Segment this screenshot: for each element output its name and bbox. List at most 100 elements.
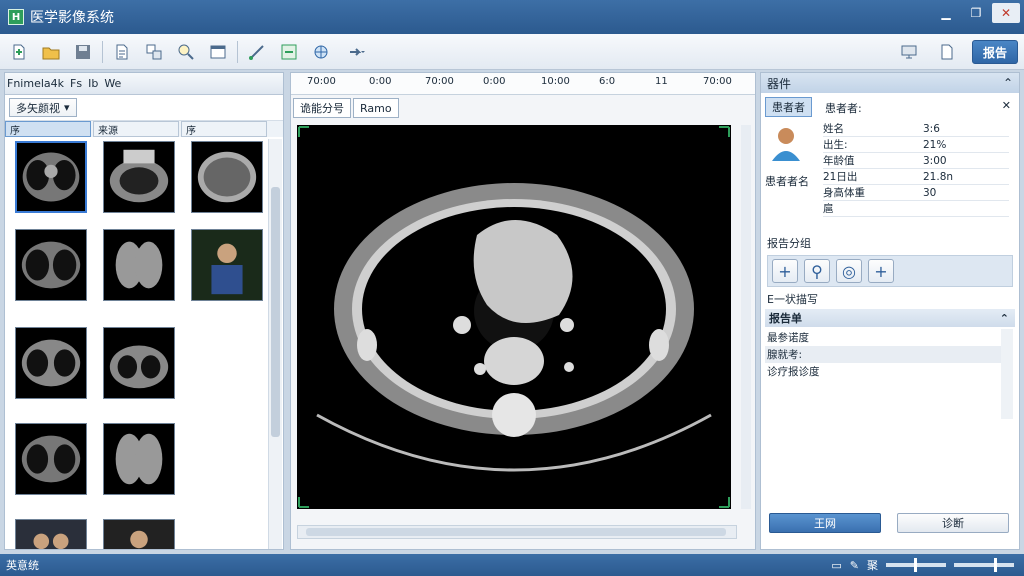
list-item[interactable]: 腺就考: (765, 346, 1001, 363)
thumbnail-lungs-5[interactable] (15, 423, 87, 495)
chevron-up-icon[interactable]: ⌃ (1000, 312, 1009, 325)
ruler-label: 70:00 (425, 76, 454, 87)
plus-icon[interactable]: + (868, 259, 894, 283)
maximize-button[interactable]: ❐ (962, 3, 990, 23)
minimize-button[interactable]: ▁ (932, 3, 960, 23)
panel-title: 器件 (767, 76, 792, 91)
thumbnail-staff-photo[interactable] (15, 519, 87, 549)
thumbnail-lungs-1[interactable] (15, 229, 87, 301)
tool-row: + ⚲ ◎ + (767, 255, 1013, 287)
annotation-icon[interactable] (276, 39, 302, 65)
time-ruler: 70:00 0:00 70:00 0:00 10:00 6:0 11 70:00 (291, 73, 755, 95)
arrow-dropdown-icon[interactable] (340, 39, 374, 65)
list-item[interactable]: 诊疗报诊度 (765, 363, 1001, 380)
ruler-label: 11 (655, 76, 668, 87)
thumbnail-lungs-2[interactable] (103, 229, 175, 301)
close-icon[interactable]: ✕ (1002, 99, 1011, 112)
ruler-label: 0:00 (369, 76, 392, 87)
edit-icon[interactable]: ✎ (850, 559, 859, 572)
col-head-2[interactable]: 来源 (93, 121, 179, 137)
save-icon[interactable] (70, 39, 96, 65)
patient-row-extra: 扈 (823, 201, 1009, 217)
tab-ib[interactable]: Ib (88, 77, 98, 90)
diagnose-button[interactable]: 诊断 (897, 513, 1009, 533)
open-folder-icon[interactable] (38, 39, 64, 65)
monitor-icon[interactable] (896, 39, 922, 65)
patient-name-label: 患者者名 (765, 175, 809, 188)
status-text: 英意统 (6, 559, 39, 572)
tab-fs[interactable]: Fs (70, 77, 82, 90)
patient-panel: 器件 ⌃ 患者者 患者者: ✕ 患者者名 姓名 3:6 出生: 21% 年龄值 3:0… (760, 72, 1020, 550)
zoom-icon[interactable] (173, 39, 199, 65)
tab-function[interactable]: 诡能分号 (293, 98, 351, 118)
thumbnail-ct-brain[interactable] (191, 141, 263, 213)
ruler-label: 10:00 (541, 76, 570, 87)
thumbnail-lungs-4[interactable] (103, 327, 175, 399)
ruler-label: 70:00 (307, 76, 336, 87)
filter-row: 多矢颜视 ▾ (5, 95, 283, 121)
patient-row: 出生: 21% (823, 137, 1009, 153)
tab-fnimela[interactable]: Fnimela4k (7, 77, 64, 90)
report-list-scrollbar[interactable] (1001, 329, 1013, 419)
thumbnail-patient-photo[interactable] (191, 229, 263, 301)
document-icon[interactable] (109, 39, 135, 65)
globe-icon[interactable] (308, 39, 334, 65)
thumbnail-doctor-photo[interactable] (103, 519, 175, 549)
report-button[interactable]: 报告 (971, 40, 1018, 64)
ruler-label: 0:00 (483, 76, 506, 87)
zoom-label: 聚 (867, 559, 878, 572)
contrast-slider[interactable] (954, 558, 1014, 572)
list-item[interactable]: 最参诺度 (765, 329, 1001, 346)
zoom-slider[interactable] (886, 558, 946, 572)
title-bar: H 医学影像系统 ▁ ❐ ✕ (0, 0, 1024, 34)
thumbnail-grid (5, 139, 267, 549)
viewer-vertical-scrollbar[interactable] (741, 125, 751, 509)
measure-icon[interactable] (244, 39, 270, 65)
filter-dropdown[interactable]: 多矢颜视 ▾ (9, 98, 77, 117)
new-file-icon[interactable] (6, 39, 32, 65)
patient-row: 姓名 3:6 (823, 121, 1009, 137)
report-list-title: 报告单 (769, 312, 802, 325)
confirm-button[interactable]: 王网 (769, 513, 881, 533)
chevron-up-icon[interactable]: ⌃ (1003, 76, 1013, 90)
hand-icon[interactable]: ⚲ (804, 259, 830, 283)
thumbnail-ct-chest[interactable] (15, 141, 87, 213)
window-icon[interactable] (205, 39, 231, 65)
col-head-3[interactable]: 序 (181, 121, 267, 137)
export-icon[interactable] (934, 39, 960, 65)
patient-row: 年龄值 3:00 (823, 153, 1009, 169)
patient-info-grid: 姓名 3:6 出生: 21% 年龄值 3:00 21日出 21.8n 身高体重 30 扈 (823, 121, 1009, 217)
viewer-horizontal-scrollbar[interactable] (297, 525, 737, 539)
col-head-1[interactable]: 序 (5, 121, 91, 137)
ruler-label: 6:0 (599, 76, 616, 87)
report-list-header: 报告单 ⌃ (765, 309, 1015, 327)
patient-section-title: 患者者: (825, 102, 862, 115)
chevron-down-icon: ▾ (64, 101, 70, 114)
tab-patient[interactable]: 患者者 (765, 97, 812, 117)
layout-icon[interactable] (141, 39, 167, 65)
window-title: 医学影像系统 (30, 10, 114, 26)
left-panel-tabs: Fnimela4k Fs Ib We (5, 73, 283, 95)
thumbnail-scrollbar[interactable] (268, 139, 282, 549)
report-list: 最参诺度 腺就考: 诊疗报诊度 (765, 329, 1001, 380)
thumbnail-ct-abdomen[interactable] (103, 141, 175, 213)
ruler-label: 70:00 (703, 76, 732, 87)
panel-header: 器件 ⌃ (761, 73, 1019, 93)
thumb-column-header: 序 来源 序 (5, 121, 283, 137)
filter-label: 多矢颜视 (16, 101, 60, 115)
tab-ramo[interactable]: Ramo (353, 98, 399, 118)
thumbnail-lungs-3[interactable] (15, 327, 87, 399)
patient-avatar-icon (769, 125, 803, 161)
app-logo-icon: H (8, 9, 24, 25)
thumbnail-lungs-6[interactable] (103, 423, 175, 495)
image-viewer: 70:00 0:00 70:00 0:00 10:00 6:0 11 70:00… (290, 72, 756, 550)
patient-row: 21日出 21.8n (823, 169, 1009, 185)
patient-row: 身高体重 30 (823, 185, 1009, 201)
close-button[interactable]: ✕ (992, 3, 1020, 23)
add-icon[interactable]: + (772, 259, 798, 283)
ct-scan-image[interactable] (297, 125, 731, 509)
tab-we[interactable]: We (104, 77, 121, 90)
brain-icon[interactable]: ◎ (836, 259, 862, 283)
view-mode-icon[interactable]: ▭ (831, 559, 841, 572)
main-toolbar: 报告 (0, 34, 1024, 70)
